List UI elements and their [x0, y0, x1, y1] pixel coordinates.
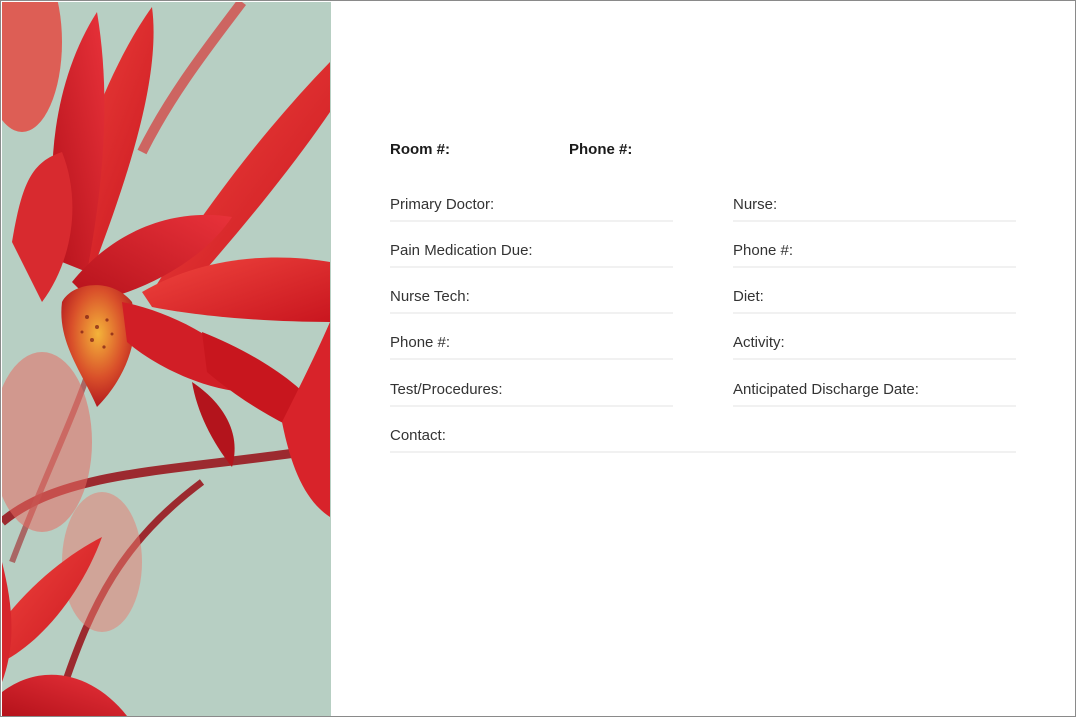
- diet-field[interactable]: Diet:: [733, 288, 1016, 314]
- red-orchid-photo: [2, 2, 331, 716]
- nurse-field[interactable]: Nurse:: [733, 196, 1016, 222]
- diet-label: Diet:: [733, 288, 764, 305]
- nurse-tech-phone-label: Phone #:: [390, 334, 451, 351]
- patient-info-form: Room #: Phone #: Primary Doctor: Pain Me…: [331, 2, 1075, 716]
- nurse-label: Nurse:: [733, 196, 778, 213]
- nurse-phone-field[interactable]: Phone #:: [733, 242, 1016, 268]
- primary-doctor-field[interactable]: Primary Doctor:: [390, 196, 673, 222]
- activity-label: Activity:: [733, 334, 785, 351]
- anticipated-discharge-date-label: Anticipated Discharge Date:: [733, 381, 919, 398]
- document-page: Room #: Phone #: Primary Doctor: Pain Me…: [0, 0, 1076, 717]
- nurse-tech-field[interactable]: Nurse Tech:: [390, 288, 673, 314]
- pain-medication-due-label: Pain Medication Due:: [390, 242, 533, 259]
- activity-field[interactable]: Activity:: [733, 334, 1016, 360]
- test-procedures-label: Test/Procedures:: [390, 381, 503, 398]
- test-procedures-field[interactable]: Test/Procedures:: [390, 381, 673, 407]
- nurse-phone-label: Phone #:: [733, 242, 794, 259]
- nurse-tech-phone-field[interactable]: Phone #:: [390, 334, 673, 360]
- orchid-illustration: [2, 2, 331, 716]
- anticipated-discharge-date-field[interactable]: Anticipated Discharge Date:: [733, 381, 1016, 407]
- contact-field[interactable]: Contact:: [390, 427, 1016, 453]
- primary-doctor-label: Primary Doctor:: [390, 196, 495, 213]
- nurse-tech-label: Nurse Tech:: [390, 288, 470, 305]
- contact-label: Contact:: [390, 427, 446, 444]
- header-phone-number-label: Phone #:: [569, 141, 633, 158]
- room-number-label: Room #:: [390, 141, 450, 158]
- pain-medication-due-field[interactable]: Pain Medication Due:: [390, 242, 673, 268]
